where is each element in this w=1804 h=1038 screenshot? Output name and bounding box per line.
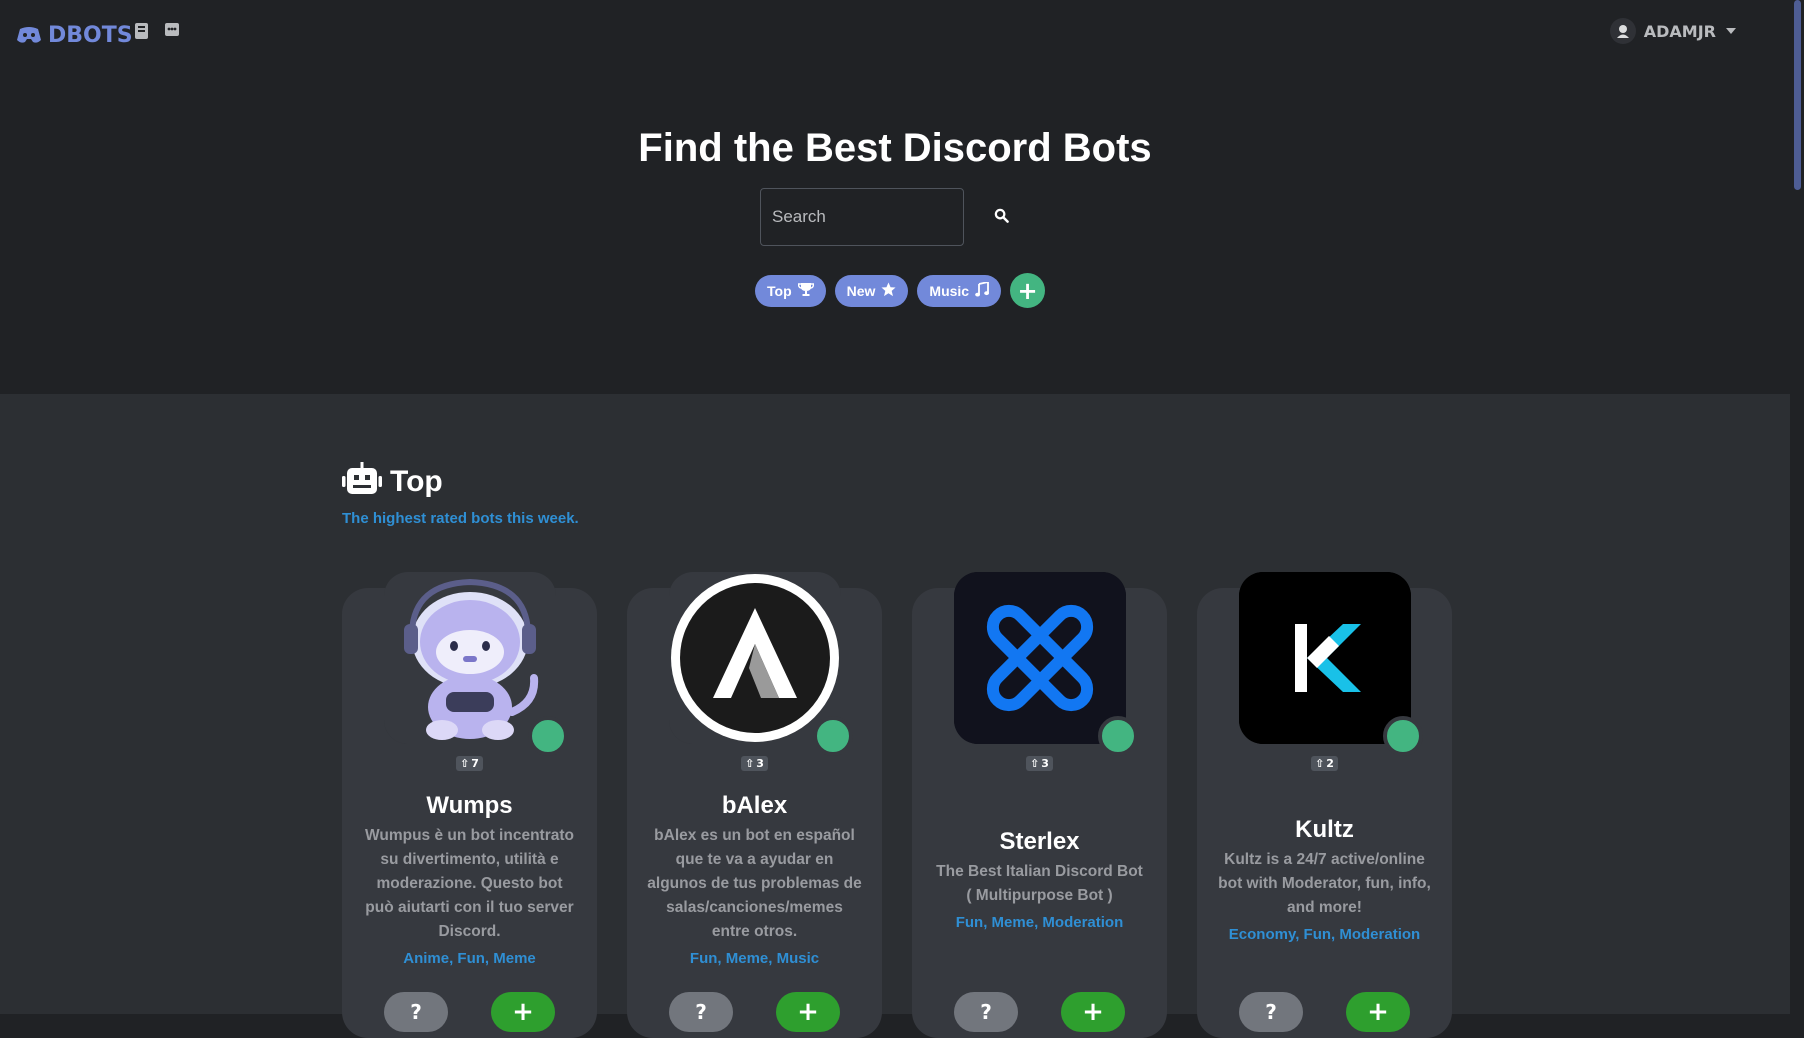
bot-avatar[interactable] xyxy=(954,572,1126,744)
top-bots-section xyxy=(0,394,1790,1014)
invite-bot-button[interactable]: + xyxy=(1061,992,1125,1032)
trophy-icon xyxy=(797,282,814,299)
chat-icon[interactable] xyxy=(164,22,184,42)
brand-logo[interactable]: DBOTS xyxy=(16,20,133,50)
bot-name[interactable]: bAlex xyxy=(627,792,882,820)
vote-count: ⇧ 2 xyxy=(1197,756,1452,771)
bot-tags[interactable]: Anime, Fun, Meme xyxy=(342,950,597,967)
sterlex-logo-icon xyxy=(954,572,1126,744)
section-subtitle: The highest rated bots this week. xyxy=(342,510,579,527)
user-avatar-icon xyxy=(1609,18,1636,44)
docs-book-icon[interactable] xyxy=(134,22,154,42)
chip-label: Top xyxy=(767,282,792,299)
bot-info-button[interactable]: ? xyxy=(1239,992,1303,1032)
bot-avatar[interactable] xyxy=(1239,572,1411,744)
vote-count: ⇧ 3 xyxy=(627,756,882,771)
page-title: Find the Best Discord Bots xyxy=(638,126,1152,170)
bot-tags[interactable]: Fun, Meme, Moderation xyxy=(912,914,1167,931)
bot-info-button[interactable]: ? xyxy=(669,992,733,1032)
bot-name[interactable]: Wumps xyxy=(342,792,597,820)
upvote-icon: ⇧ xyxy=(745,757,755,770)
upvote-icon: ⇧ xyxy=(1315,757,1325,770)
kultz-logo-icon xyxy=(1239,572,1411,744)
upvote-icon: ⇧ xyxy=(460,757,470,770)
filter-chips: Top New Music + xyxy=(755,273,1046,308)
robot-icon xyxy=(342,462,382,502)
search-button[interactable] xyxy=(988,204,1014,230)
bot-info-button[interactable]: ? xyxy=(954,992,1018,1032)
section-title-text: Top xyxy=(390,465,443,498)
bot-name[interactable]: Sterlex xyxy=(912,828,1167,856)
star-icon xyxy=(881,281,896,300)
bot-avatar[interactable] xyxy=(669,572,841,744)
bot-description: bAlex es un bot en español que te va a a… xyxy=(647,827,862,940)
search-input[interactable] xyxy=(760,188,964,246)
user-name: ADAMJR xyxy=(1643,21,1716,41)
discord-controller-icon xyxy=(16,25,42,45)
user-menu[interactable]: ADAMJR xyxy=(1609,18,1736,44)
bot-tags[interactable]: Fun, Meme, Music xyxy=(627,950,882,967)
online-status-indicator xyxy=(1383,716,1423,756)
online-status-indicator xyxy=(813,716,853,756)
vote-count: ⇧ 3 xyxy=(912,756,1167,771)
page-scrollbar[interactable] xyxy=(1790,0,1804,1014)
bot-info-button[interactable]: ? xyxy=(384,992,448,1032)
search-icon xyxy=(994,208,1009,227)
invite-bot-button[interactable]: + xyxy=(776,992,840,1032)
bot-card[interactable]: ⇧ 7 Wumps Wumpus è un bot incentrato su d… xyxy=(342,572,597,1038)
bot-name[interactable]: Kultz xyxy=(1197,816,1452,844)
bot-card[interactable]: ⇧ 3 bAlex bAlex es un bot en español que … xyxy=(627,572,882,1038)
bot-card[interactable]: ⇧ 3 Sterlex The Best Italian Discord Bot … xyxy=(912,572,1167,1038)
vote-count: ⇧ 7 xyxy=(342,756,597,771)
chip-label: Music xyxy=(929,282,970,299)
chip-new[interactable]: New xyxy=(834,274,909,307)
upvote-icon: ⇧ xyxy=(1030,757,1040,770)
bot-avatar[interactable] xyxy=(384,572,556,744)
plus-icon: + xyxy=(1017,276,1038,305)
section-title: Top xyxy=(342,462,443,502)
bot-description: Wumpus è un bot incentrato su divertimen… xyxy=(365,827,574,940)
bot-description: The Best Italian Discord Bot ( Multipurp… xyxy=(936,863,1143,904)
chip-top[interactable]: Top xyxy=(755,274,826,307)
online-status-indicator xyxy=(1098,716,1138,756)
chip-music[interactable]: Music xyxy=(917,274,1002,307)
invite-bot-button[interactable]: + xyxy=(491,992,555,1032)
scrollbar-thumb[interactable] xyxy=(1794,0,1801,190)
add-bot-button[interactable]: + xyxy=(1010,273,1046,308)
navbar: DBOTS ADAMJR xyxy=(0,0,1790,64)
music-note-icon xyxy=(975,280,990,300)
brand-name: DBOTS xyxy=(48,22,133,48)
chip-label: New xyxy=(846,282,876,299)
wumpus-mascot-icon xyxy=(384,572,556,744)
bot-description: Kultz is a 24/7 active/online bot with M… xyxy=(1218,851,1431,916)
chevron-down-icon xyxy=(1726,28,1736,34)
balex-logo-icon xyxy=(669,572,841,744)
invite-bot-button[interactable]: + xyxy=(1346,992,1410,1032)
bot-card[interactable]: ⇧ 2 Kultz Kultz is a 24/7 active/online b… xyxy=(1197,572,1452,1038)
online-status-indicator xyxy=(528,716,568,756)
bot-tags[interactable]: Economy, Fun, Moderation xyxy=(1197,926,1452,943)
